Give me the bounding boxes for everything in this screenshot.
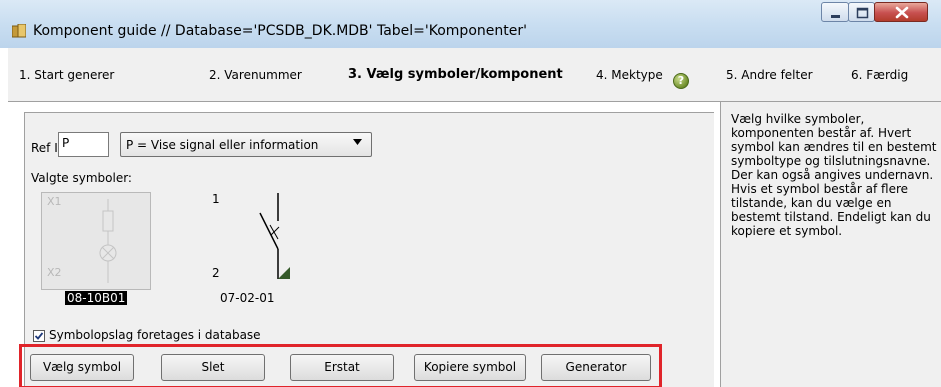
delete-button[interactable]: Slet [161, 354, 265, 381]
symbol-caption-selected: 08-10B01 [65, 291, 128, 305]
app-icon [12, 24, 26, 38]
maximize-button[interactable] [848, 2, 875, 22]
symbol-card-lamp[interactable]: X1 X2 [41, 192, 151, 290]
checkmark-icon [34, 332, 44, 340]
choose-symbol-button[interactable]: Vælg symbol [30, 354, 134, 381]
ref-id-input[interactable]: P [58, 132, 109, 157]
svg-text:X1: X1 [47, 195, 62, 208]
step-vaelg-symboler[interactable]: 3. Vælg symboler/komponent [348, 67, 563, 82]
selected-symbols-label: Valgte symboler: [31, 171, 132, 185]
component-guide-window: Komponent guide // Database='PCSDB_DK.MD… [0, 0, 941, 387]
step-start-generer[interactable]: 1. Start generer [19, 68, 114, 82]
db-lookup-label: Symbolopslag foretages i database [49, 328, 261, 342]
lamp-symbol-icon: X1 X2 [47, 195, 117, 283]
replace-button[interactable]: Erstat [290, 354, 394, 381]
step-mektype[interactable]: 4. Mektype [596, 68, 663, 82]
step-andre-felter[interactable]: 5. Andre felter [726, 68, 813, 82]
title-bar: Komponent guide // Database='PCSDB_DK.MD… [0, 0, 941, 49]
chevron-down-icon [353, 139, 362, 145]
svg-text:X2: X2 [47, 266, 62, 279]
symbol-card-switch[interactable]: 1 2 [208, 191, 298, 287]
wizard-steps: 1. Start generer 2. Varenummer 3. Vælg s… [8, 48, 941, 101]
db-lookup-checkbox[interactable] [33, 330, 45, 342]
type-select-value: P = Vise signal eller information [126, 138, 319, 152]
maximize-icon [856, 7, 869, 19]
copy-symbol-button[interactable]: Kopiere symbol [414, 354, 526, 381]
minimize-icon [831, 15, 840, 18]
step-varenummer[interactable]: 2. Varenummer [209, 68, 302, 82]
switch-symbol-icon: 1 2 [212, 192, 290, 280]
close-icon [895, 6, 909, 19]
step-faerdig[interactable]: 6. Færdig [851, 68, 908, 82]
help-panel: Vælg hvilke symboler, komponenten består… [720, 102, 941, 387]
help-icon[interactable]: ? [673, 73, 689, 89]
generator-button[interactable]: Generator [541, 354, 651, 381]
close-button[interactable] [874, 2, 928, 22]
svg-text:1: 1 [212, 192, 220, 206]
help-text: Vælg hvilke symboler, komponenten består… [731, 112, 937, 238]
symbol-caption: 07-02-01 [220, 291, 275, 305]
svg-text:2: 2 [212, 266, 220, 280]
minimize-button[interactable] [821, 2, 849, 22]
type-select[interactable]: P = Vise signal eller information [120, 132, 372, 157]
window-title: Komponent guide // Database='PCSDB_DK.MD… [33, 23, 527, 39]
